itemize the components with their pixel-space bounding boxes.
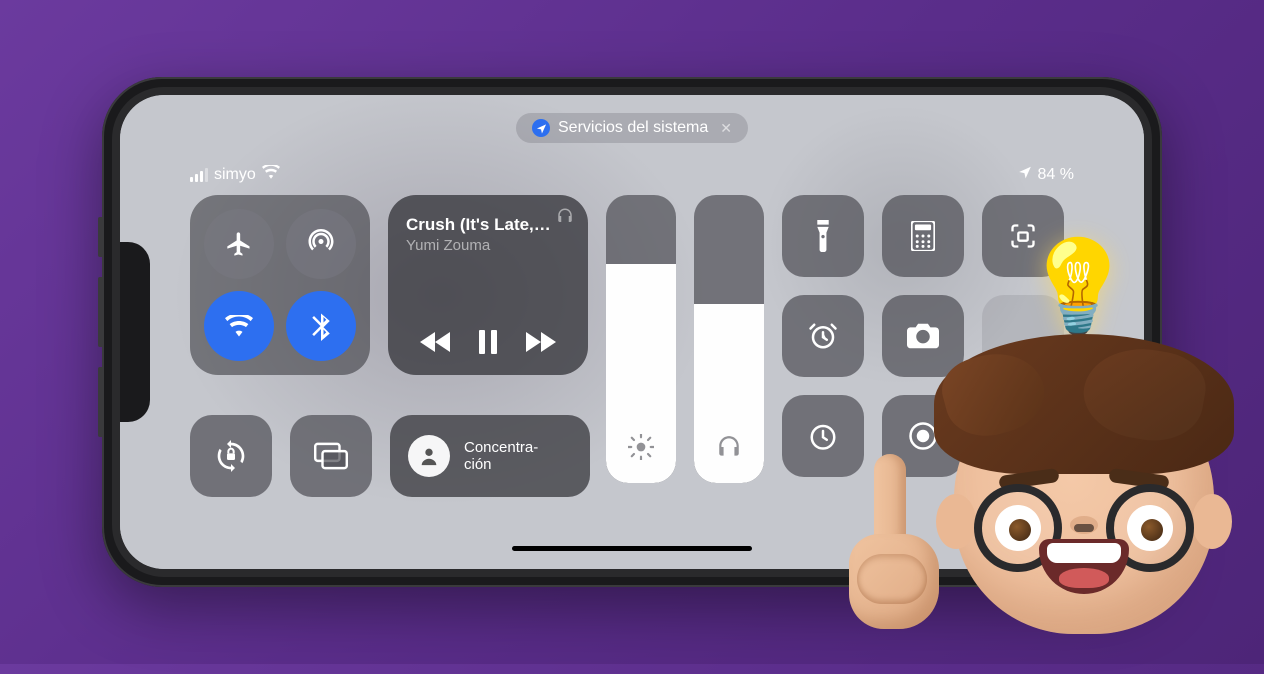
media-artist: Yumi Zouma <box>406 237 570 254</box>
wifi-status-icon <box>262 165 280 184</box>
location-indicator-icon <box>1018 165 1032 184</box>
bluetooth-toggle[interactable] <box>286 291 356 361</box>
pill-close-icon[interactable]: ✕ <box>720 120 732 137</box>
rewind-icon <box>420 332 450 352</box>
calculator-icon <box>911 221 935 251</box>
system-services-pill[interactable]: Servicios del sistema ✕ <box>516 113 748 143</box>
status-bar: simyo 84 % <box>190 165 1074 184</box>
timer-tile[interactable] <box>782 395 864 477</box>
signal-icon <box>190 168 208 182</box>
home-indicator[interactable] <box>512 546 752 551</box>
focus-label: Concentra- ción <box>464 439 538 474</box>
screen-mirroring-icon <box>314 442 348 470</box>
wifi-icon <box>225 315 253 337</box>
focus-tile[interactable]: Concentra- ción <box>390 415 590 497</box>
flashlight-tile[interactable] <box>782 195 864 277</box>
cellular-toggle[interactable] <box>286 209 356 279</box>
screen-mirroring-tile[interactable] <box>290 415 372 497</box>
volume-slider[interactable] <box>694 195 764 483</box>
next-button[interactable] <box>526 332 556 357</box>
focus-person-icon <box>408 435 450 477</box>
connectivity-tile[interactable] <box>190 195 370 375</box>
headphones-icon <box>716 434 742 465</box>
memoji-overlay: 💡 <box>874 254 1254 674</box>
previous-button[interactable] <box>420 332 450 357</box>
carrier-label: simyo <box>214 166 256 184</box>
pill-label: Servicios del sistema <box>558 119 708 137</box>
notch <box>120 242 150 422</box>
battery-label: 84 % <box>1038 166 1074 184</box>
orientation-lock-icon <box>215 440 247 472</box>
brightness-slider[interactable] <box>606 195 676 483</box>
brightness-icon <box>628 434 654 465</box>
timer-icon <box>808 421 838 451</box>
alarm-tile[interactable] <box>782 295 864 377</box>
mute-switch <box>98 217 102 257</box>
media-title: Crush (It's Late,… <box>406 215 570 235</box>
airplane-toggle[interactable] <box>204 209 274 279</box>
audio-output-icon[interactable] <box>556 207 574 230</box>
volume-up-physical <box>98 277 102 347</box>
orientation-lock-tile[interactable] <box>190 415 272 497</box>
wifi-toggle[interactable] <box>204 291 274 361</box>
alarm-icon <box>808 321 838 351</box>
airplane-icon <box>225 230 253 258</box>
lightbulb-icon: 💡 <box>1022 234 1134 339</box>
bluetooth-icon <box>311 311 331 341</box>
antenna-icon <box>306 229 336 259</box>
location-arrow-icon <box>532 119 550 137</box>
pause-button[interactable] <box>479 330 497 359</box>
volume-down-physical <box>98 367 102 437</box>
forward-icon <box>526 332 556 352</box>
media-tile[interactable]: Crush (It's Late,… Yumi Zouma <box>388 195 588 375</box>
flashlight-icon <box>813 220 833 252</box>
pause-icon <box>479 330 497 354</box>
